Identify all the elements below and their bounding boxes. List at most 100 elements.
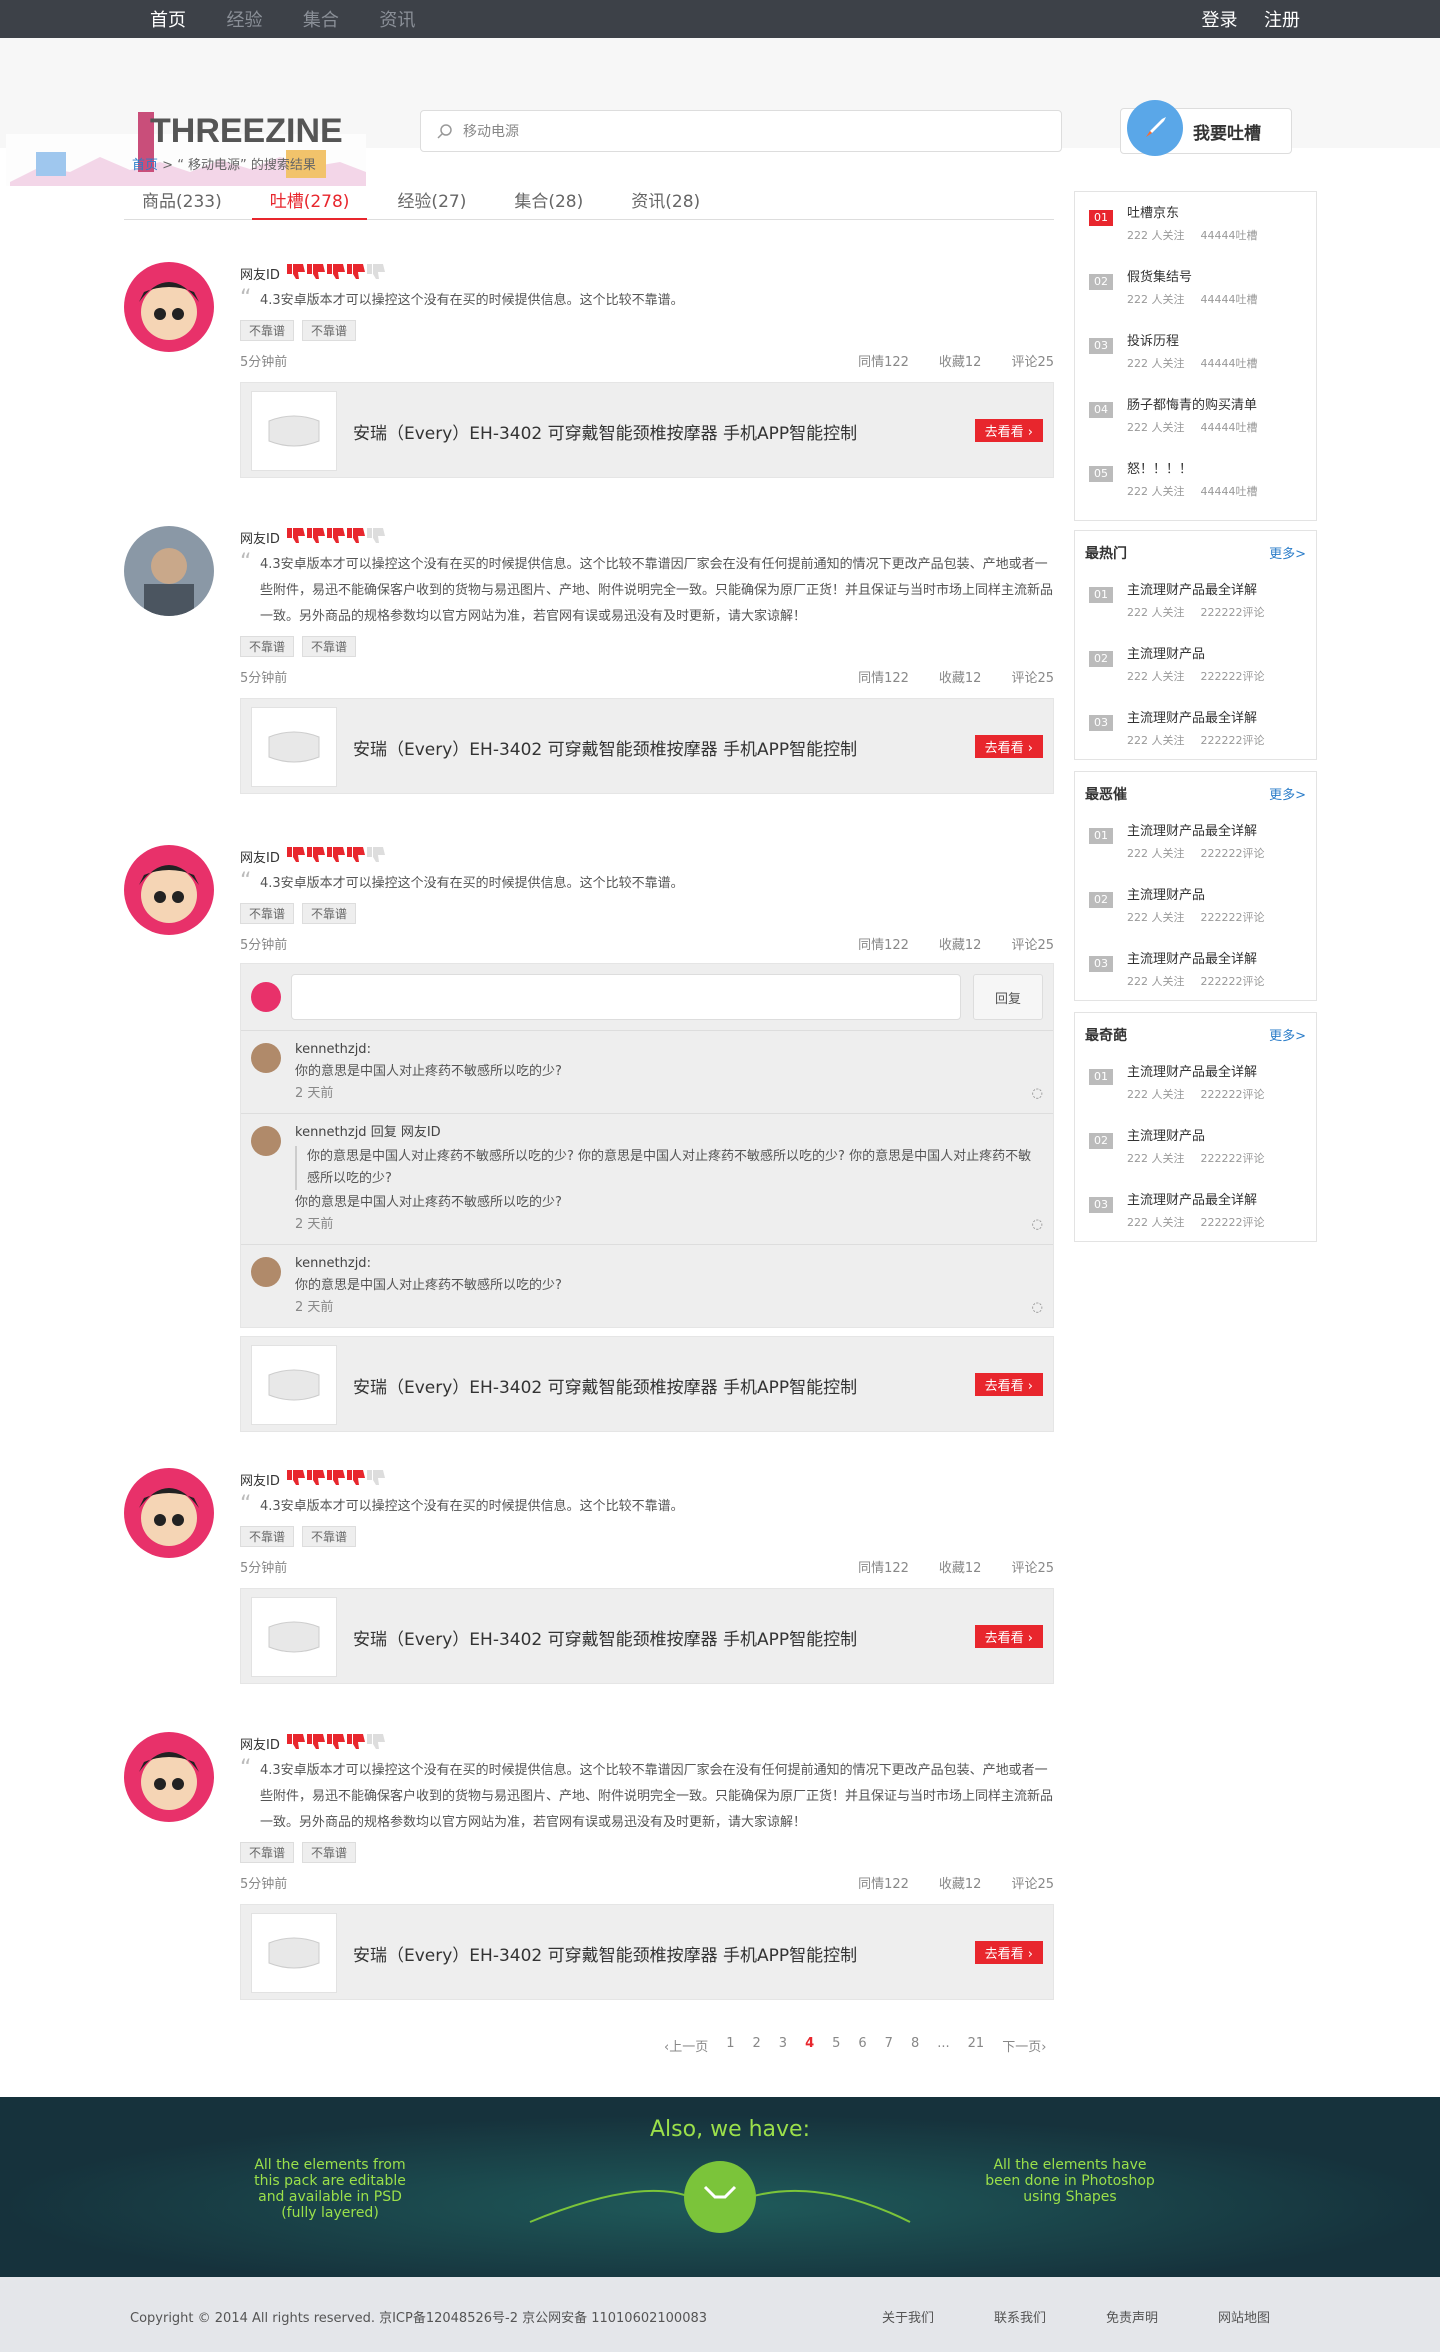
comment-button[interactable]: 评论25 <box>1011 355 1054 370</box>
favorite-button[interactable]: 收藏12 <box>939 355 982 370</box>
tab-experience[interactable]: 经验(27) <box>379 190 484 220</box>
tag[interactable]: 不靠谱 <box>302 1842 357 1863</box>
more-link[interactable]: 更多> <box>1269 1025 1306 1045</box>
reply-icon[interactable]: ◌ <box>1032 1214 1043 1236</box>
reply-icon[interactable]: ◌ <box>1032 1083 1043 1105</box>
footer-link-about[interactable]: 关于我们 <box>882 2307 934 2326</box>
reply-button[interactable]: 回复 <box>973 974 1043 1020</box>
comment-button[interactable]: 评论25 <box>1011 938 1054 953</box>
product-card[interactable]: 安瑞（Every）EH-3402 可穿戴智能颈椎按摩器 手机APP智能控制 去看看… <box>240 698 1054 794</box>
breadcrumb-home[interactable]: 首页 <box>132 158 158 173</box>
user-name[interactable]: 网友ID <box>240 264 280 283</box>
tab-news[interactable]: 资讯(28) <box>613 190 718 220</box>
rank-item[interactable]: 03 投诉历程 222 人关注 44444吐槽 <box>1075 320 1316 384</box>
product-card[interactable]: 安瑞（Every）EH-3402 可穿戴智能颈椎按摩器 手机APP智能控制 去看看… <box>240 1904 1054 2000</box>
page-link[interactable]: 7 <box>885 2036 893 2055</box>
tucao-button[interactable]: 我要吐槽 <box>1120 100 1292 156</box>
product-card[interactable]: 安瑞（Every）EH-3402 可穿戴智能颈椎按摩器 手机APP智能控制 去看看… <box>240 382 1054 478</box>
more-link[interactable]: 更多> <box>1269 784 1306 804</box>
more-link[interactable]: 更多> <box>1269 543 1306 563</box>
side-list-item[interactable]: 02 主流理财产品 222 人关注 222222评论 <box>1075 633 1316 697</box>
tag[interactable]: 不靠谱 <box>302 320 357 341</box>
favorite-button[interactable]: 收藏12 <box>939 1561 982 1576</box>
side-list-item[interactable]: 03 主流理财产品最全详解 222 人关注 222222评论 <box>1075 938 1316 1002</box>
product-card[interactable]: 安瑞（Every）EH-3402 可穿戴智能颈椎按摩器 手机APP智能控制 去看看… <box>240 1588 1054 1684</box>
side-list-item[interactable]: 01 主流理财产品最全详解 222 人关注 222222评论 <box>1075 1051 1316 1115</box>
side-list-item[interactable]: 02 主流理财产品 222 人关注 222222评论 <box>1075 1115 1316 1179</box>
rank-item[interactable]: 05 怒！！！！ 222 人关注 44444吐槽 <box>1075 448 1316 512</box>
nav-collection[interactable]: 集合 <box>303 6 339 32</box>
rank-item[interactable]: 02 假货集结号 222 人关注 44444吐槽 <box>1075 256 1316 320</box>
login-link[interactable]: 登录 <box>1202 10 1238 31</box>
tag[interactable]: 不靠谱 <box>240 636 295 657</box>
page-link[interactable]: 3 <box>779 2036 787 2055</box>
tag[interactable]: 不靠谱 <box>302 1526 357 1547</box>
avatar[interactable] <box>124 1468 214 1558</box>
nav-experience[interactable]: 经验 <box>226 6 262 32</box>
commenter-avatar[interactable] <box>251 1257 281 1287</box>
page-link[interactable]: 21 <box>968 2036 985 2055</box>
prev-page[interactable]: ‹上一页 <box>664 2036 708 2055</box>
page-link-current[interactable]: 4 <box>805 2036 814 2055</box>
like-button[interactable]: 同情122 <box>858 1877 909 1892</box>
tag[interactable]: 不靠谱 <box>302 636 357 657</box>
thumb-down-icon <box>326 1734 345 1749</box>
user-name[interactable]: 网友ID <box>240 528 280 547</box>
tag[interactable]: 不靠谱 <box>240 1526 295 1547</box>
avatar[interactable] <box>124 1732 214 1822</box>
user-name[interactable]: 网友ID <box>240 847 280 866</box>
avatar[interactable] <box>124 526 214 616</box>
favorite-button[interactable]: 收藏12 <box>939 671 982 686</box>
product-card[interactable]: 安瑞（Every）EH-3402 可穿戴智能颈椎按摩器 手机APP智能控制 去看看… <box>240 1336 1054 1432</box>
tag[interactable]: 不靠谱 <box>302 903 357 924</box>
go-button[interactable]: 去看看 › <box>974 1373 1043 1396</box>
go-button[interactable]: 去看看 › <box>974 1625 1043 1648</box>
tag[interactable]: 不靠谱 <box>240 1842 295 1863</box>
tag[interactable]: 不靠谱 <box>240 903 295 924</box>
page-link[interactable]: 6 <box>858 2036 866 2055</box>
like-button[interactable]: 同情122 <box>858 938 909 953</box>
user-name[interactable]: 网友ID <box>240 1470 280 1489</box>
side-list-item[interactable]: 02 主流理财产品 222 人关注 222222评论 <box>1075 874 1316 938</box>
go-button[interactable]: 去看看 › <box>974 735 1043 758</box>
avatar[interactable] <box>124 845 214 935</box>
page-link[interactable]: 5 <box>832 2036 840 2055</box>
footer-link-sitemap[interactable]: 网站地图 <box>1218 2307 1270 2326</box>
go-button[interactable]: 去看看 › <box>974 419 1043 442</box>
footer-link-disclaimer[interactable]: 免责声明 <box>1106 2307 1158 2326</box>
favorite-button[interactable]: 收藏12 <box>939 938 982 953</box>
search-input[interactable]: 移动电源 <box>420 110 1062 152</box>
rank-item[interactable]: 04 肠子都悔青的购买清单 222 人关注 44444吐槽 <box>1075 384 1316 448</box>
side-list-item[interactable]: 01 主流理财产品最全详解 222 人关注 222222评论 <box>1075 810 1316 874</box>
nav-news[interactable]: 资讯 <box>379 6 415 32</box>
register-link[interactable]: 注册 <box>1264 10 1300 31</box>
tab-products[interactable]: 商品(233) <box>124 190 240 220</box>
go-button[interactable]: 去看看 › <box>974 1941 1043 1964</box>
like-button[interactable]: 同情122 <box>858 671 909 686</box>
page-link[interactable]: 2 <box>753 2036 761 2055</box>
comment-button[interactable]: 评论25 <box>1011 671 1054 686</box>
nav-home[interactable]: 首页 <box>150 6 186 32</box>
like-button[interactable]: 同情122 <box>858 355 909 370</box>
next-page[interactable]: 下一页› <box>1002 2036 1046 2055</box>
tab-tucao[interactable]: 吐槽(278) <box>251 190 368 220</box>
comment-input[interactable] <box>291 974 961 1020</box>
favorite-button[interactable]: 收藏12 <box>939 1877 982 1892</box>
commenter-avatar[interactable] <box>251 1043 281 1073</box>
reply-icon[interactable]: ◌ <box>1032 1297 1043 1319</box>
side-list-item[interactable]: 01 主流理财产品最全详解 222 人关注 222222评论 <box>1075 569 1316 633</box>
rank-item[interactable]: 01 吐槽京东 222 人关注 44444吐槽 <box>1075 192 1316 256</box>
tab-collection[interactable]: 集合(28) <box>496 190 601 220</box>
comment-button[interactable]: 评论25 <box>1011 1877 1054 1892</box>
side-list-item[interactable]: 03 主流理财产品最全详解 222 人关注 222222评论 <box>1075 1179 1316 1243</box>
like-button[interactable]: 同情122 <box>858 1561 909 1576</box>
page-link[interactable]: 1 <box>726 2036 734 2055</box>
tag[interactable]: 不靠谱 <box>240 320 295 341</box>
page-link[interactable]: 8 <box>911 2036 919 2055</box>
footer-link-contact[interactable]: 联系我们 <box>994 2307 1046 2326</box>
comment-button[interactable]: 评论25 <box>1011 1561 1054 1576</box>
avatar[interactable] <box>124 262 214 352</box>
user-name[interactable]: 网友ID <box>240 1734 280 1753</box>
commenter-avatar[interactable] <box>251 1126 281 1156</box>
side-list-item[interactable]: 03 主流理财产品最全详解 222 人关注 222222评论 <box>1075 697 1316 761</box>
